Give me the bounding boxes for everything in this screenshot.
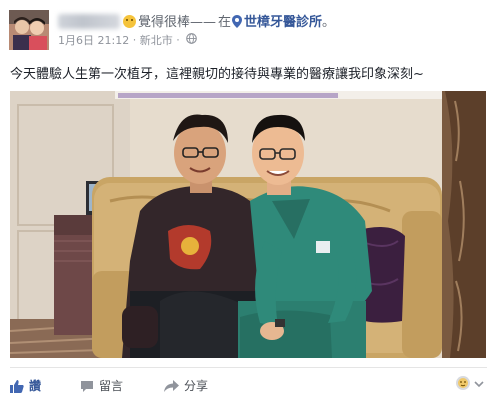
thumbs-up-icon: [10, 380, 24, 393]
feeling-text: 覺得很棒: [138, 15, 191, 30]
page-name-link[interactable]: 世樟牙醫診所: [244, 15, 322, 30]
meta-separator: ·: [132, 33, 137, 47]
dash-separator: ——: [190, 15, 217, 30]
post-action-bar: 讚 留言 分享: [10, 374, 487, 396]
post-header: 覺得很棒—— 在世樟牙醫診所。: [58, 11, 335, 30]
smiley-emoji-icon: [123, 15, 136, 28]
like-button[interactable]: 讚: [10, 377, 41, 394]
reaction-selector-icon: [456, 376, 484, 390]
author-name-redacted[interactable]: [58, 14, 120, 29]
action-divider: [10, 367, 487, 368]
like-label: 讚: [29, 379, 42, 393]
comment-icon: [81, 381, 93, 392]
post-photo[interactable]: [10, 91, 486, 358]
comment-button[interactable]: 留言: [80, 377, 123, 394]
meta-separator-2: ·: [176, 33, 180, 47]
trailing-dot: 。: [322, 15, 336, 30]
location-pin-icon: [232, 15, 243, 28]
post-body-text: 今天體驗人生第一次植牙，這裡親切的接待與專業的醫療讓我印象深刻~: [10, 67, 424, 82]
post-timestamp[interactable]: 1月6日 21:12: [58, 34, 129, 47]
post-location[interactable]: 新北市: [140, 34, 173, 47]
share-arrow-icon: [164, 380, 179, 392]
post-meta: 1月6日 21:12 · 新北市 ·: [58, 32, 198, 48]
share-label: 分享: [184, 379, 209, 393]
author-avatar[interactable]: [9, 10, 49, 50]
globe-icon[interactable]: [186, 33, 198, 44]
feed-post: 覺得很棒—— 在世樟牙醫診所。 1月6日 21:12 · 新北市 · 今天體驗人生…: [0, 0, 497, 404]
comment-label: 留言: [99, 379, 124, 393]
at-text: 在: [218, 15, 232, 30]
reaction-selector[interactable]: [453, 374, 487, 394]
share-button[interactable]: 分享: [164, 377, 208, 394]
